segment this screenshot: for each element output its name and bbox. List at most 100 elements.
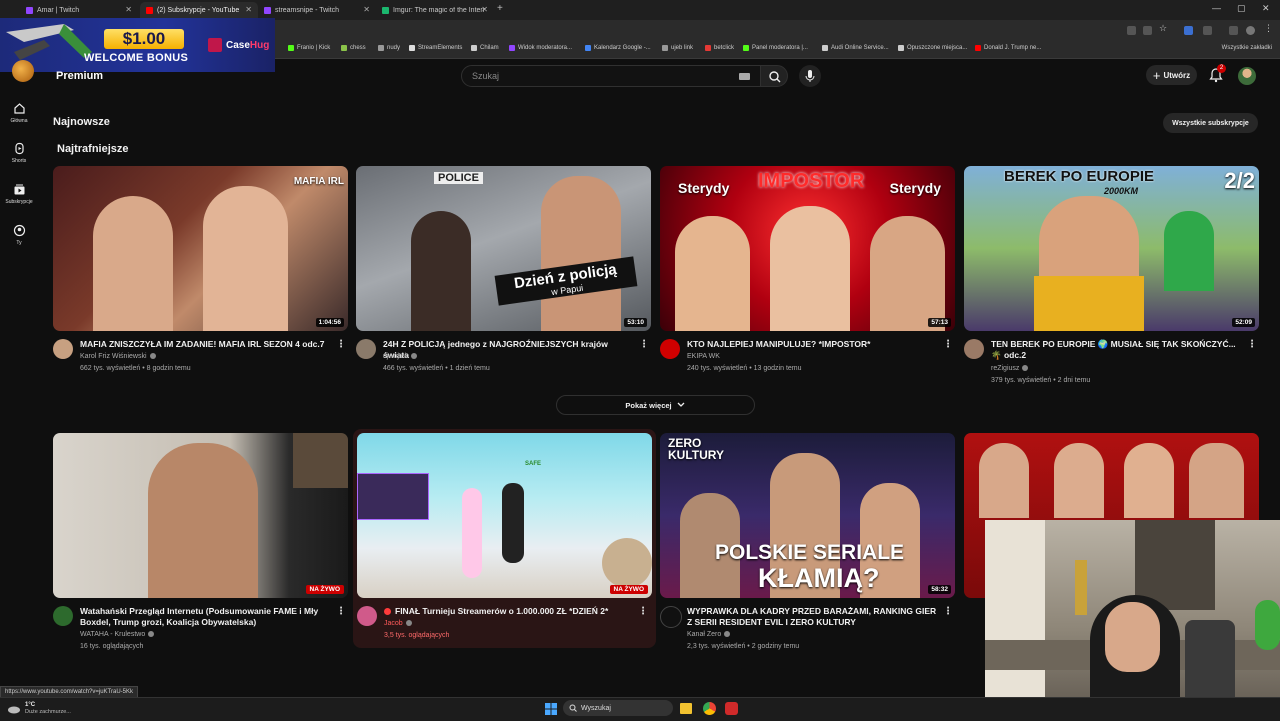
all-bookmarks[interactable]: Wszystkie zakładki	[1222, 45, 1272, 51]
install-app-icon[interactable]	[1127, 26, 1136, 35]
channel-avatar[interactable]	[53, 339, 73, 359]
tab-twitch-amar[interactable]: Amar | Twitch ✕	[20, 2, 138, 18]
video-title[interactable]: FINAŁ Turnieju Streamerów o 1.000.000 ZŁ…	[384, 606, 634, 617]
windows-start-icon[interactable]	[545, 703, 557, 715]
bookmark-item[interactable]: chess	[341, 45, 366, 51]
close-tab-icon[interactable]: ✕	[245, 5, 252, 14]
tab-imgur[interactable]: Imgur: The magic of the Intern ✕	[376, 2, 494, 18]
app-icon[interactable]	[725, 702, 738, 715]
chrome-icon[interactable]	[703, 702, 716, 715]
channel-avatar[interactable]	[53, 606, 73, 626]
create-button[interactable]: + Utwórz	[1146, 65, 1197, 85]
bookmark-item[interactable]: Chilam	[471, 45, 499, 51]
close-window-icon[interactable]: ✕	[1262, 3, 1270, 14]
video-thumbnail[interactable]: NA ŻYWO	[53, 433, 348, 598]
nav-subscriptions[interactable]: Subskrypcje	[0, 183, 38, 205]
close-tab-icon[interactable]: ✕	[125, 5, 132, 14]
video-thumbnail[interactable]: ZERO KULTURY POLSKIE SERIALE KŁAMIĄ? 58:…	[660, 433, 955, 598]
channel-avatar[interactable]	[660, 606, 682, 628]
video-title[interactable]: Watahański Przegląd Internetu (Podsumowa…	[80, 606, 330, 628]
bookmark-star-icon[interactable]: ☆	[1159, 23, 1168, 33]
video-thumbnail[interactable]: POLICE Dzień z policją w Papui 53:10	[356, 166, 651, 331]
channel-avatar[interactable]	[356, 339, 376, 359]
live-badge: NA ŻYWO	[609, 585, 648, 594]
youtube-icon	[146, 6, 153, 14]
more-options-icon[interactable]: ⋮	[638, 606, 648, 617]
file-explorer-icon[interactable]	[680, 703, 692, 714]
bookmark-item[interactable]: StreamElements	[409, 45, 462, 51]
profile-icon[interactable]	[1246, 26, 1255, 35]
video-title[interactable]: TEN BEREK PO EUROPIE 🌍 MUSIAŁ SIĘ TAK SK…	[991, 339, 1241, 361]
channel-name[interactable]: Jacob	[384, 620, 412, 627]
nav-home[interactable]: Główna	[0, 102, 38, 124]
video-thumbnail[interactable]: MAFIA IRL 1:04:56	[53, 166, 348, 331]
puzzle-icon[interactable]	[1203, 26, 1212, 35]
keyboard-icon[interactable]	[739, 73, 750, 80]
youtube-premium-logo[interactable]: Premium	[56, 70, 103, 82]
video-card[interactable]: NA ŻYWO Watahański Przegląd Internetu (P…	[53, 433, 348, 650]
close-tab-icon[interactable]: ✕	[481, 5, 488, 14]
close-tab-icon[interactable]: ✕	[363, 5, 370, 14]
video-card[interactable]: BEREK PO EUROPIE 2000KM 2/2 52:09 TEN BE…	[964, 166, 1259, 384]
all-subscriptions-button[interactable]: Wszystkie subskrypcje	[1163, 113, 1258, 133]
channel-name[interactable]: EKIPA WK	[687, 353, 720, 360]
more-options-icon[interactable]: ⋮	[943, 339, 953, 350]
account-avatar[interactable]	[1238, 67, 1256, 85]
video-title[interactable]: KTO NAJLEPIEJ MANIPULUJE? *IMPOSTOR*	[687, 339, 937, 350]
bookmark-item[interactable]: Kalendarz Google -...	[585, 45, 651, 51]
search-input[interactable]: Szukaj	[461, 65, 761, 87]
more-options-icon[interactable]: ⋮	[336, 339, 346, 350]
channel-avatar[interactable]	[964, 339, 984, 359]
more-options-icon[interactable]: ⋮	[639, 339, 649, 350]
channel-name[interactable]: WATAHA - Krulestwo	[80, 631, 155, 638]
nav-you[interactable]: Ty	[0, 224, 38, 246]
video-title[interactable]: WYPRAWKA DLA KADRY PRZED BARAŻAMI, RANKI…	[687, 606, 937, 628]
bookmark-item[interactable]: Opuszczone miejsca...	[898, 45, 967, 51]
bookmark-item[interactable]: betclick	[705, 45, 734, 51]
bookmark-item[interactable]: nudy	[378, 45, 400, 51]
video-thumbnail[interactable]: BEREK PO EUROPIE 2000KM 2/2 52:09	[964, 166, 1259, 331]
minimize-icon[interactable]: —	[1212, 3, 1221, 13]
channel-name[interactable]: Karol Friz Wiśniewski	[80, 353, 156, 360]
bookmark-item[interactable]: Donald J. Trump ne...	[975, 45, 1041, 51]
search-button[interactable]	[760, 65, 788, 87]
video-card[interactable]: ZERO KULTURY POLSKIE SERIALE KŁAMIĄ? 58:…	[660, 433, 955, 650]
nav-shorts[interactable]: Shorts	[0, 142, 38, 164]
voice-search-button[interactable]	[799, 65, 821, 87]
channel-avatar[interactable]	[660, 339, 680, 359]
casehug-ad-banner[interactable]: $1.00 WELCOME BONUS Case Hug	[0, 18, 275, 72]
bookmark-item[interactable]: Audi Online Service...	[822, 45, 889, 51]
new-tab-button[interactable]: +	[497, 3, 503, 14]
tab-twitch-streamsnipe[interactable]: streamsnipe - Twitch ✕	[258, 2, 376, 18]
sidebar-icon[interactable]	[1229, 26, 1238, 35]
menu-icon[interactable]: ⋮	[1264, 23, 1273, 33]
section-title-newest: Najnowsze	[53, 116, 110, 128]
bookmark-item[interactable]: ujeb link	[662, 45, 693, 51]
channel-name[interactable]: ojwojtek	[383, 353, 418, 360]
extension-icon[interactable]	[1184, 26, 1193, 35]
video-card[interactable]: POLICE Dzień z policją w Papui 53:10 24H…	[356, 166, 651, 372]
more-options-icon[interactable]: ⋮	[943, 606, 953, 617]
more-options-icon[interactable]: ⋮	[1247, 339, 1257, 350]
video-card-hovered[interactable]: SAFE NA ŻYWO FINAŁ Turnieju Streamerów o…	[353, 429, 656, 648]
channel-name[interactable]: Kanał Zero	[687, 631, 731, 638]
channel-avatar[interactable]	[357, 606, 377, 626]
thumbnail-text: Sterydy	[678, 180, 730, 196]
taskbar-search[interactable]: Wyszukaj	[563, 700, 673, 716]
video-title[interactable]: 24H Z POLICJĄ jednego z NAJGROŹNIEJSZYCH…	[383, 339, 633, 361]
bookmark-item[interactable]: Franio | Kick	[288, 45, 330, 51]
video-title[interactable]: MAFIA ZNISZCZYŁA IM ZADANIE! MAFIA IRL S…	[80, 339, 330, 350]
tab-youtube-subscriptions[interactable]: (2) Subskrypcje - YouTube ✕	[140, 2, 258, 18]
live-badge: NA ŻYWO	[305, 585, 344, 594]
channel-name[interactable]: reZigiusz	[991, 365, 1029, 372]
video-thumbnail[interactable]: SAFE NA ŻYWO	[357, 433, 652, 598]
zoom-icon[interactable]	[1143, 26, 1152, 35]
bookmark-item[interactable]: Widok moderatora...	[509, 45, 572, 51]
video-card[interactable]: MAFIA IRL 1:04:56 MAFIA ZNISZCZYŁA IM ZA…	[53, 166, 348, 372]
bookmark-item[interactable]: Panel moderatora |...	[743, 45, 808, 51]
more-options-icon[interactable]: ⋮	[336, 606, 346, 617]
video-thumbnail[interactable]: Sterydy IMPOSTOR Sterydy 57:13	[660, 166, 955, 331]
show-more-button[interactable]: Pokaż więcej	[556, 395, 755, 415]
video-card[interactable]: Sterydy IMPOSTOR Sterydy 57:13 KTO NAJLE…	[660, 166, 955, 372]
maximize-icon[interactable]: ▢	[1237, 3, 1246, 14]
